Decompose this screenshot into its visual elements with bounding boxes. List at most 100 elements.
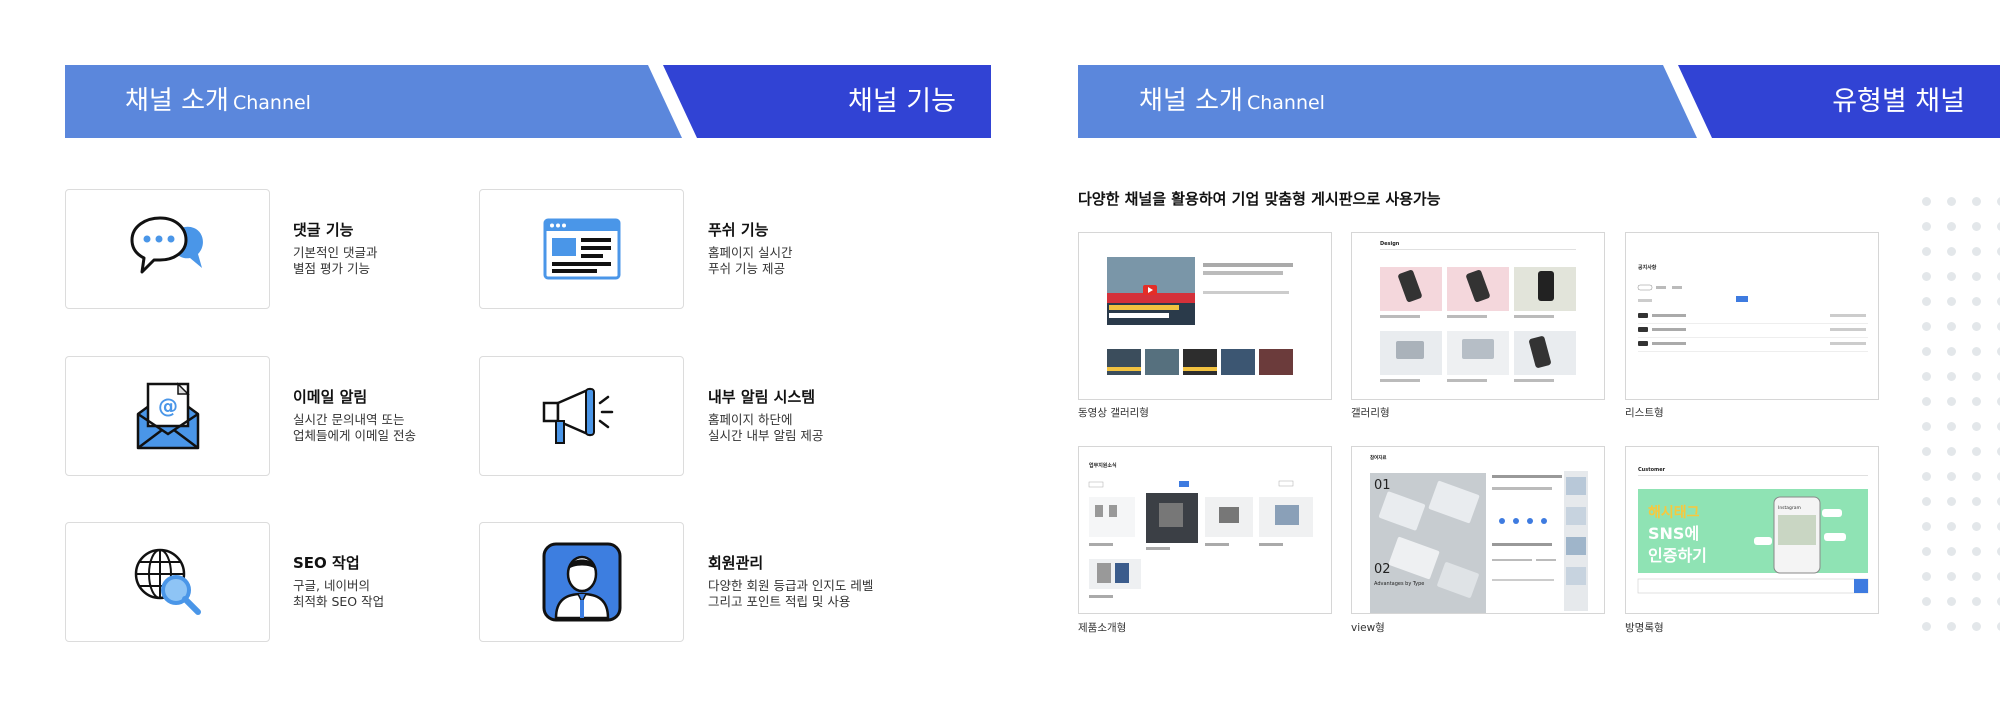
decorative-dot [1947,522,1956,531]
feature-title: 내부 알림 시스템 [708,388,816,406]
thumbnail-label: view형 [1351,622,1385,634]
decorative-dot [1972,422,1981,431]
feature-card-push[interactable] [479,189,684,309]
decorative-dot [1922,447,1931,456]
svg-text:인증하기: 인증하기 [1648,546,1707,565]
decorative-dot [1972,622,1981,631]
decorative-dot [1922,297,1931,306]
left-header-right-title: 채널 기능 [848,86,956,117]
decorative-dot [1922,197,1931,206]
decorative-dot [1972,547,1981,556]
thumbnail-label: 방명록형 [1625,622,1664,634]
decorative-dot-pattern [1918,195,2000,635]
decorative-dot [1972,397,1981,406]
thumbnail-label: 제품소개형 [1078,622,1127,634]
thumbnail-label: 갤러리형 [1351,407,1390,419]
thumbnail-label: 리스트형 [1625,407,1664,419]
decorative-dot [1922,472,1931,481]
feature-card-email[interactable]: @ [65,356,270,476]
decorative-dot [1972,322,1981,331]
decorative-dot [1922,222,1931,231]
thumbnail-view[interactable]: 참여자료 01 02 Advantages by Type [1351,446,1605,614]
decorative-dot [1922,547,1931,556]
decorative-dot [1947,422,1956,431]
product-intro-preview: 업무지원소식 [1088,462,1313,598]
left-panel-header: 채널 소개 Channel 채널 기능 [65,65,991,138]
svg-text:01: 01 [1374,478,1391,493]
svg-text:@: @ [158,394,178,418]
decorative-dot [1947,597,1956,606]
thumbnail-list[interactable]: 공지사항 [1625,232,1879,400]
globe-search-icon [134,548,201,615]
feature-card-comment[interactable] [65,189,270,309]
browser-window-icon [543,218,620,280]
decorative-dot [1922,422,1931,431]
decorative-dot [1947,247,1956,256]
thumbnail-guestbook[interactable]: Customer 해시태그 SNS에 인증하기 Instagram [1625,446,1879,614]
decorative-dot [1922,572,1931,581]
decorative-dot [1972,197,1981,206]
feature-title: 푸쉬 기능 [708,221,769,239]
svg-text:공지사항: 공지사항 [1638,264,1657,271]
svg-text:Customer: Customer [1638,467,1666,473]
guestbook-preview: Customer 해시태그 SNS에 인증하기 Instagram [1637,467,1869,594]
svg-text:업무지원소식: 업무지원소식 [1089,462,1117,469]
decorative-dot [1947,397,1956,406]
decorative-dot [1972,522,1981,531]
feature-card-member[interactable] [479,522,684,642]
decorative-dot [1947,197,1956,206]
decorative-dot [1972,447,1981,456]
right-header-title: 채널 소개 Channel [1139,86,1325,116]
decorative-dot [1972,497,1981,506]
feature-desc-line2: 그리고 포인트 적립 및 사용 [708,594,851,609]
thumbnail-product-intro[interactable]: 업무지원소식 [1078,446,1332,614]
feature-title: 이메일 알림 [293,388,368,406]
feature-desc-line2: 실시간 내부 알림 제공 [708,428,824,443]
decorative-dot [1922,522,1931,531]
decorative-dot [1972,472,1981,481]
decorative-dot [1947,497,1956,506]
decorative-dot [1922,322,1931,331]
decorative-dot [1922,597,1931,606]
feature-desc-line1: 구글, 네이버의 [293,578,370,593]
decorative-dot [1972,247,1981,256]
decorative-dot [1947,272,1956,281]
decorative-dot [1947,322,1956,331]
decorative-dot [1972,222,1981,231]
feature-desc-line1: 다양한 회원 등급과 인지도 레벨 [708,578,874,593]
left-header-title: 채널 소개 Channel [125,86,311,116]
feature-desc-line1: 홈페이지 하단에 [708,412,793,427]
decorative-dot [1922,372,1931,381]
decorative-dot [1972,297,1981,306]
feature-desc-line2: 푸쉬 기능 제공 [708,261,785,276]
decorative-dot [1972,572,1981,581]
feature-title: 회원관리 [708,554,764,572]
megaphone-icon [542,387,613,444]
speech-bubbles-icon [130,216,203,274]
decorative-dot [1947,547,1956,556]
thumbnail-gallery[interactable]: Design [1351,232,1605,400]
feature-desc-line2: 최적화 SEO 작업 [293,594,385,609]
svg-text:Advantages by Type: Advantages by Type [1374,581,1424,587]
decorative-dot [1922,497,1931,506]
feature-card-internal-alert[interactable] [479,356,684,476]
email-envelope-icon: @ [136,382,199,450]
svg-text:Design: Design [1380,241,1400,247]
feature-desc-line2: 업체들에게 이메일 전송 [293,428,416,443]
decorative-dot [1972,347,1981,356]
video-gallery-preview [1107,257,1293,375]
decorative-dot [1922,247,1931,256]
decorative-dot [1922,397,1931,406]
decorative-dot [1947,222,1956,231]
decorative-dot [1972,372,1981,381]
decorative-dot [1947,347,1956,356]
decorative-dot [1972,272,1981,281]
right-header-right-title: 유형별 채널 [1832,86,1965,117]
decorative-dot [1947,622,1956,631]
thumbnail-video-gallery[interactable] [1078,232,1332,400]
decorative-dot [1922,622,1931,631]
svg-text:참여자료: 참여자료 [1370,454,1387,461]
decorative-dot [1947,447,1956,456]
feature-card-seo[interactable] [65,522,270,642]
svg-text:SNS에: SNS에 [1648,524,1699,543]
